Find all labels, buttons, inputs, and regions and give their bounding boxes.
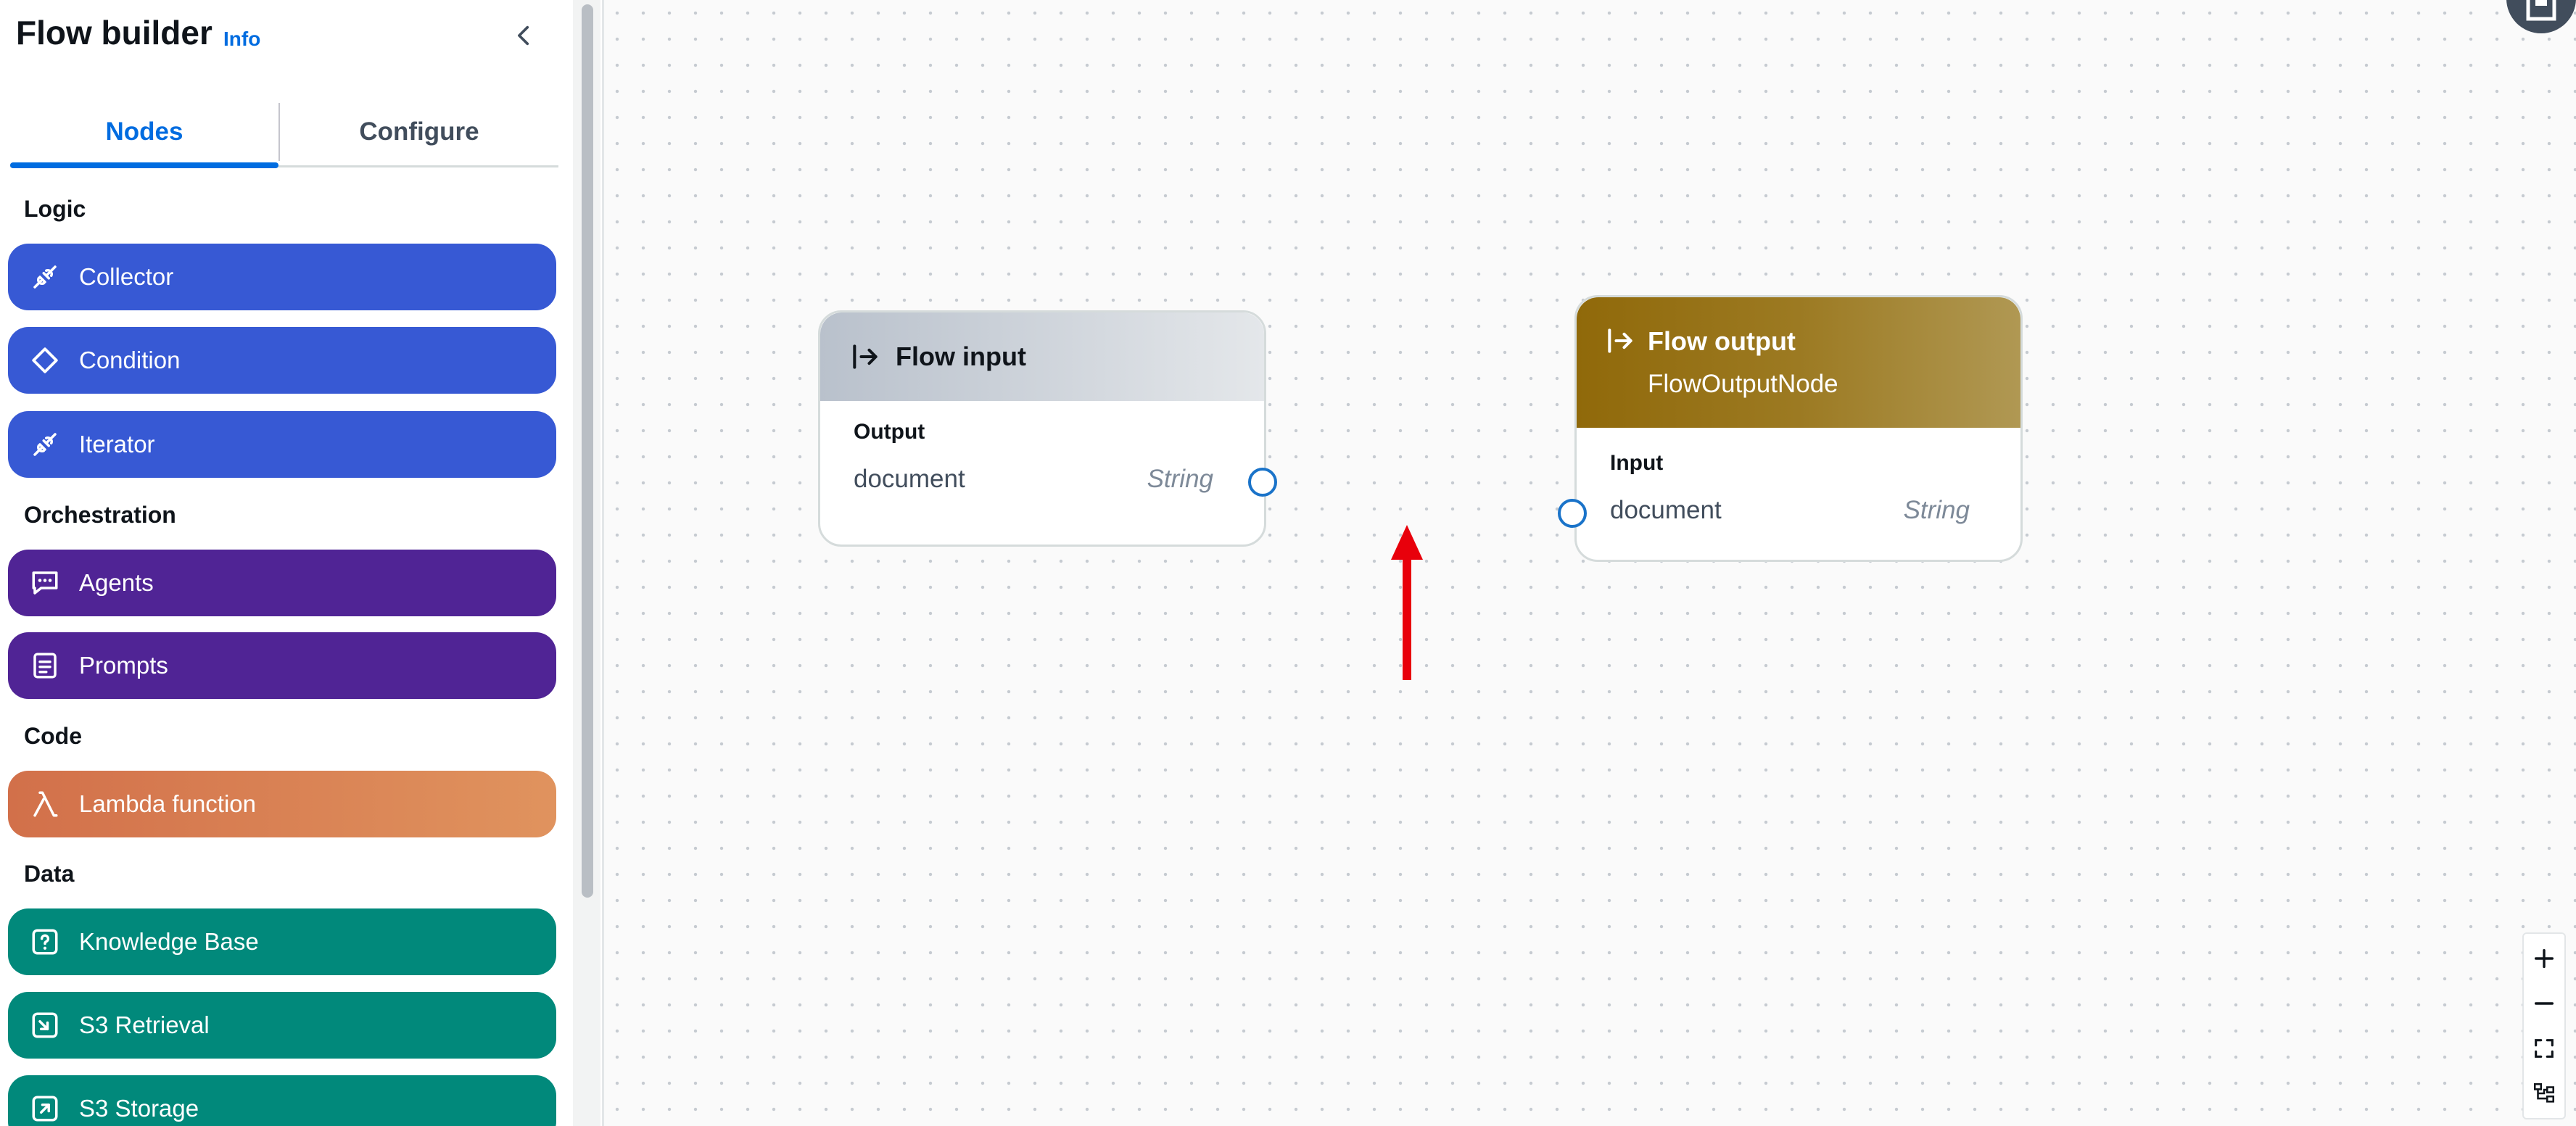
flow-output-section-label: Input: [1610, 451, 1664, 475]
red-arrow-annotation: [1391, 525, 1423, 680]
flow-arrow-icon: [1604, 325, 1636, 357]
flow-input-node[interactable]: Flow input Output document String: [818, 310, 1277, 547]
flow-output-title: Flow output: [1648, 326, 1796, 356]
collapse-sidebar-button[interactable]: [508, 19, 541, 52]
flow-output-node[interactable]: Flow output FlowOutputNode Input documen…: [1558, 295, 2023, 562]
flow-input-section-label: Output: [854, 420, 925, 444]
sidebar-title: Flow builder: [16, 14, 212, 51]
node-label: Agents: [79, 569, 154, 596]
node-s3-storage[interactable]: S3 Storage: [8, 1075, 556, 1126]
section-logic: Logic: [24, 196, 86, 222]
flow-output-port-type: String: [1903, 496, 1970, 524]
zoom-in-button[interactable]: [2524, 937, 2564, 980]
document-lines-icon: [30, 650, 60, 681]
node-label: Condition: [79, 347, 181, 373]
zoom-out-button[interactable]: [2524, 982, 2564, 1025]
flow-output-input-handle[interactable]: [1558, 499, 1587, 528]
node-label: S3 Storage: [79, 1095, 199, 1122]
flow-builder-sidebar: Flow builder Info Nodes Configure Logic …: [0, 0, 573, 1126]
section-orchestration: Orchestration: [24, 502, 176, 528]
flow-input-port-type: String: [1147, 465, 1213, 493]
node-prompts[interactable]: Prompts: [8, 632, 556, 699]
tab-configure[interactable]: Configure: [280, 100, 558, 164]
save-icon: [2526, 0, 2556, 21]
flow-output-header: Flow output FlowOutputNode: [1577, 297, 2020, 428]
node-label: Iterator: [79, 431, 155, 458]
canvas-zoom-controls: [2522, 932, 2566, 1119]
node-label: Collector: [79, 263, 174, 290]
node-condition[interactable]: Condition: [8, 327, 556, 394]
fit-view-icon: [2535, 1039, 2554, 1058]
fit-view-button[interactable]: [2524, 1027, 2564, 1070]
zoom-in-icon: [2534, 948, 2554, 969]
flow-input-output-handle[interactable]: [1248, 468, 1277, 497]
flow-input-header: Flow input: [820, 312, 1264, 401]
iterator-icon: [30, 429, 60, 460]
condition-diamond-icon: [30, 345, 60, 376]
node-label: Lambda function: [79, 790, 257, 817]
flow-output-subtitle: FlowOutputNode: [1648, 370, 1838, 398]
section-code: Code: [24, 723, 82, 749]
s3-store-icon: [30, 1093, 60, 1124]
flow-input-title: Flow input: [896, 341, 1026, 371]
sidebar-tabs: Nodes Configure: [10, 100, 558, 168]
node-lambda-function[interactable]: Lambda function: [8, 771, 556, 837]
zoom-out-icon: [2534, 1002, 2554, 1005]
s3-retrieve-icon: [30, 1010, 60, 1040]
auto-layout-button[interactable]: [2524, 1072, 2564, 1115]
tab-nodes[interactable]: Nodes: [10, 100, 278, 168]
flow-canvas[interactable]: [604, 0, 2576, 1126]
flow-output-port-name: document: [1610, 496, 1722, 524]
node-collector[interactable]: Collector: [8, 244, 556, 310]
sidebar-scrollbar-thumb[interactable]: [582, 4, 593, 898]
node-label: S3 Retrieval: [79, 1011, 210, 1038]
flow-input-port-name: document: [854, 465, 965, 493]
lambda-icon: [30, 789, 60, 819]
node-agents[interactable]: Agents: [8, 550, 556, 616]
node-iterator[interactable]: Iterator: [8, 411, 556, 478]
node-label: Prompts: [79, 652, 168, 679]
node-label: Knowledge Base: [79, 928, 259, 955]
question-box-icon: [30, 927, 60, 957]
auto-layout-icon: [2533, 1082, 2555, 1103]
node-knowledge-base[interactable]: Knowledge Base: [8, 908, 556, 975]
corner-action-button[interactable]: [2506, 0, 2576, 33]
info-link[interactable]: Info: [223, 28, 260, 51]
flow-arrow-icon: [849, 341, 881, 373]
chat-bubble-icon: [30, 568, 60, 598]
chevron-left-icon: [518, 25, 529, 46]
node-s3-retrieval[interactable]: S3 Retrieval: [8, 992, 556, 1059]
section-data: Data: [24, 861, 75, 887]
collector-icon: [30, 262, 60, 292]
